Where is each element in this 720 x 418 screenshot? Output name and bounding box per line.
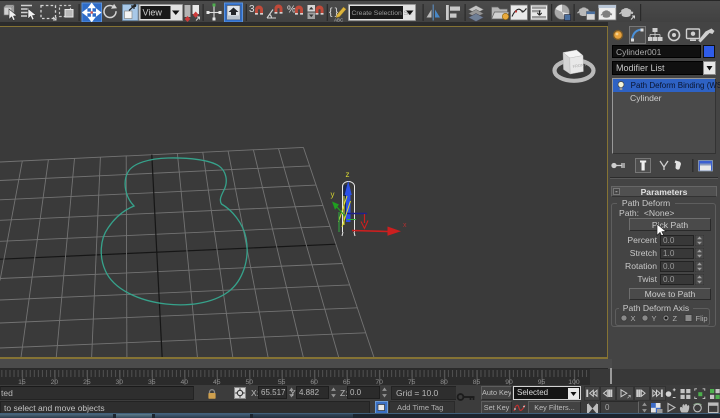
svg-text:x: x [403,222,407,229]
svg-text:Y: Y [652,314,657,323]
svg-text:X: X [631,314,636,323]
svg-text:Z: Z [673,314,678,323]
svg-text:FRONT: FRONT [572,62,587,69]
svg-text:Flip: Flip [696,314,708,323]
svg-text:y: y [331,190,335,199]
svg-text:z: z [346,170,350,179]
